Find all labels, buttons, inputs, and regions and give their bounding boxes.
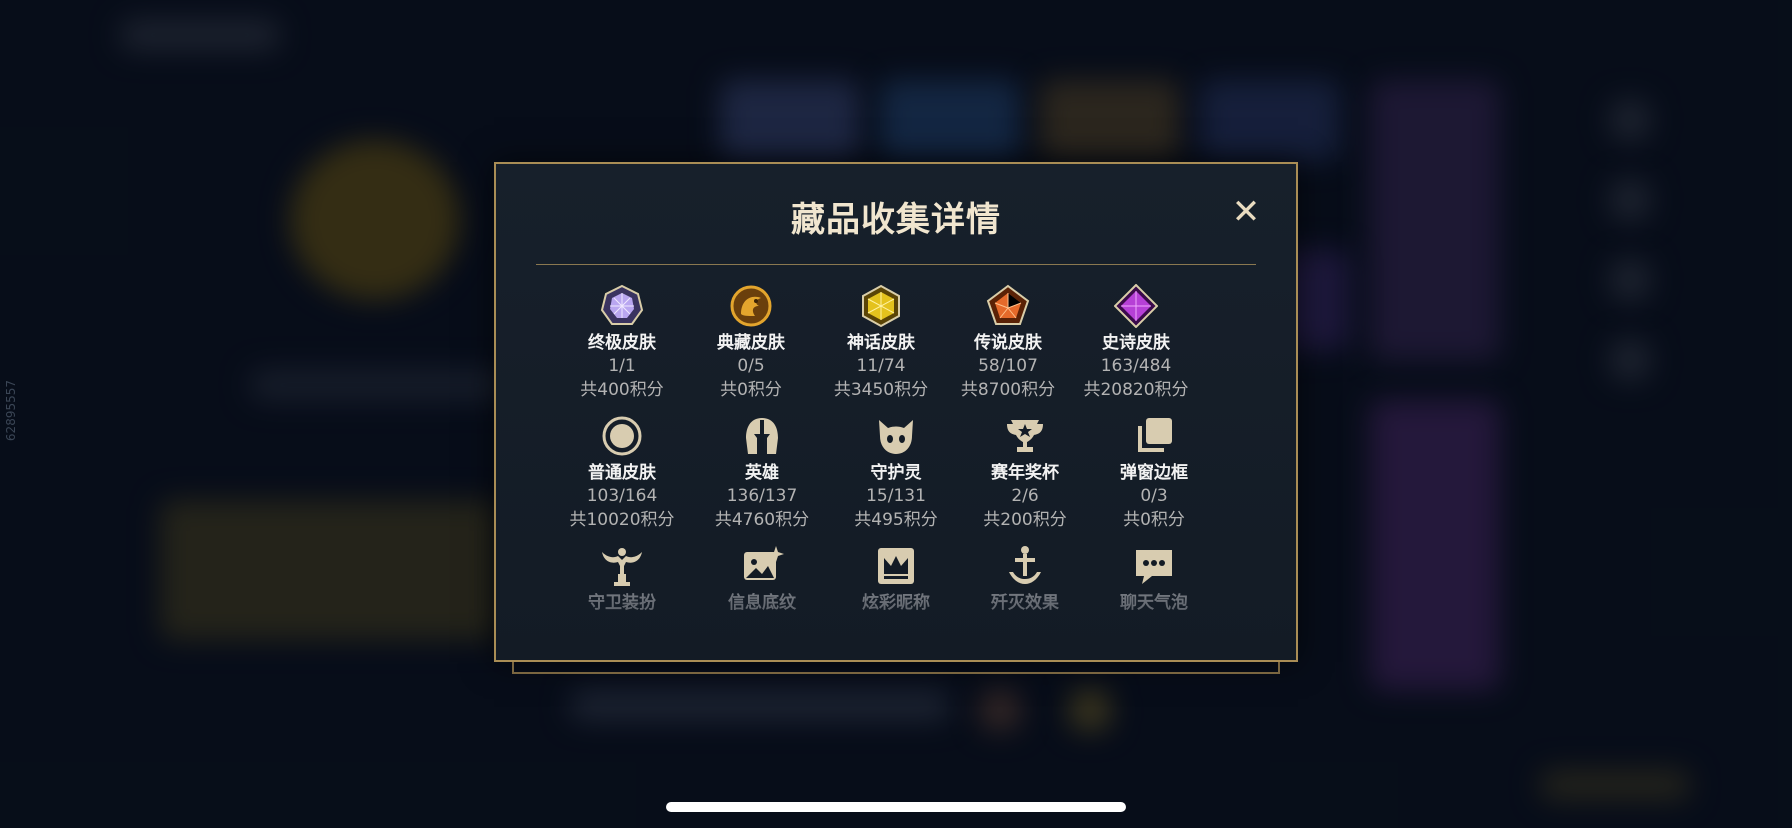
collection-points: 共10020积分 [569,510,675,530]
collection-points: 共8700积分 [960,380,1056,400]
collection-name: 典藏皮肤 [717,333,785,353]
side-id-text: 62895557 [4,380,18,442]
ward-icon [600,544,644,588]
collection-count: 163/484 [1100,356,1172,376]
epic-gem-icon [1113,283,1159,329]
collection-points: 共20820积分 [1083,380,1189,400]
collection-item[interactable]: 普通皮肤 103/164 共10020积分 [558,414,686,532]
collection-details-modal: 藏品收集详情 ✕ 终极皮肤 1/1 共400积分 典藏皮肤 0/5 共0积分 神话皮肤 11/… [494,162,1298,662]
standard-ring-icon [600,414,644,458]
collection-name: 史诗皮肤 [1102,333,1170,353]
dragon-emblem-icon [729,284,773,328]
collection-points: 共0积分 [1123,510,1185,530]
collection-name: 神话皮肤 [847,333,915,353]
collection-points: 共0积分 [720,380,782,400]
collection-points: 共200积分 [983,510,1067,530]
collection-item[interactable]: 英雄 136/137 共4760积分 [698,414,826,532]
collection-item[interactable]: 典藏皮肤 0/5 共0积分 [687,284,815,402]
collection-count: 15/131 [866,486,926,506]
little-legend-icon [874,414,918,458]
collection-name: 终极皮肤 [588,333,656,353]
collection-count: 0/5 [737,356,765,376]
crown-nameplate-icon [874,544,918,588]
collection-name: 弹窗边框 [1120,463,1188,483]
collection-count: 11/74 [856,356,906,376]
collection-item[interactable]: 赛年奖杯 2/6 共200积分 [961,414,1089,532]
collection-item[interactable]: 弹窗边框 0/3 共0积分 [1090,414,1218,532]
collection-count: 136/137 [726,486,798,506]
mythic-gem-icon [859,284,903,328]
home-indicator [666,802,1126,812]
chat-bubble-icon [1132,544,1176,588]
banner-image-icon [740,544,784,588]
collection-count: 2/6 [1011,486,1039,506]
sword-icon [1003,544,1047,588]
collection-name: 普通皮肤 [588,463,656,483]
modal-foot-frame [512,662,1280,674]
collection-item[interactable]: 史诗皮肤 163/484 共20820积分 [1072,283,1200,402]
collection-points: 共400积分 [580,380,664,400]
scroll-fade [498,588,1294,658]
collection-points: 共3450积分 [833,380,929,400]
collection-item[interactable]: 守护灵 15/131 共495积分 [832,414,960,532]
helmet-icon [740,414,784,458]
ultimate-skin-icon [600,284,644,328]
collection-name: 传说皮肤 [974,333,1042,353]
collection-count: 58/107 [978,356,1038,376]
collection-count: 1/1 [608,356,636,376]
collection-item[interactable]: 终极皮肤 1/1 共400积分 [558,284,686,402]
collection-item[interactable]: 神话皮肤 11/74 共3450积分 [817,284,945,402]
legendary-gem-icon [986,284,1030,328]
collection-item[interactable]: 传说皮肤 58/107 共8700积分 [944,284,1072,402]
trophy-icon [1003,414,1047,458]
collection-name: 英雄 [745,463,779,483]
collection-count: 0/3 [1140,486,1168,506]
frame-stack-icon [1132,414,1176,458]
collection-name: 赛年奖杯 [991,463,1059,483]
collection-count: 103/164 [586,486,658,506]
collection-name: 守护灵 [870,463,922,483]
collection-points: 共495积分 [854,510,938,530]
collection-points: 共4760积分 [714,510,810,530]
collection-grid: 终极皮肤 1/1 共400积分 典藏皮肤 0/5 共0积分 神话皮肤 11/74 共3450积分… [496,164,1296,660]
